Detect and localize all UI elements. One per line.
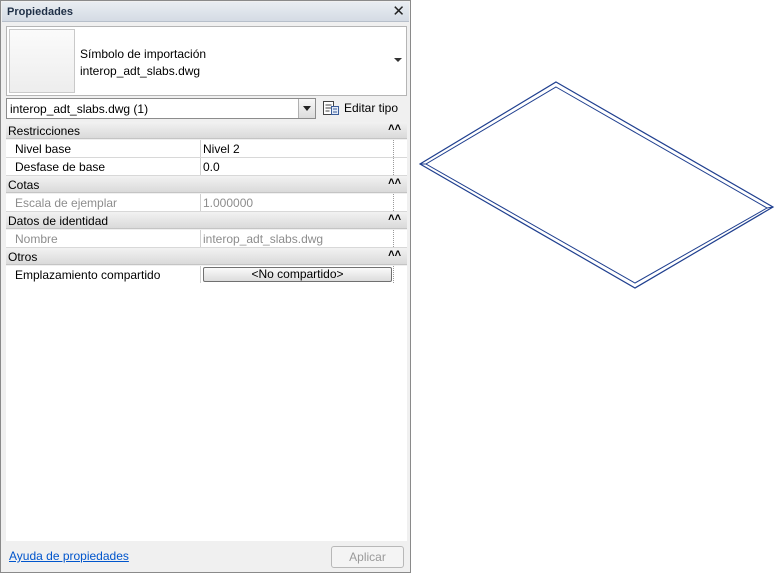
property-name: Nombre xyxy=(6,230,201,247)
row-end-cell xyxy=(393,230,407,247)
property-name: Desfase de base xyxy=(6,158,201,175)
type-name-label: interop_adt_slabs.dwg xyxy=(80,64,201,78)
collapse-chevrons-icon[interactable]: ˄˄ xyxy=(388,212,401,224)
group-header-cotas[interactable]: Cotas ˄˄ xyxy=(6,176,407,193)
collapse-chevrons-icon[interactable]: ˄˄ xyxy=(388,176,401,188)
slab-outline-inner xyxy=(425,86,769,284)
group-header-otros[interactable]: Otros ˄˄ xyxy=(6,248,407,265)
slab-outline-outer[interactable] xyxy=(418,81,775,289)
property-value: 1.000000 xyxy=(203,196,254,210)
instance-filter-dropdown[interactable]: interop_adt_slabs.dwg (1) xyxy=(6,98,316,119)
row-end-cell xyxy=(393,266,407,283)
chevron-down-icon[interactable] xyxy=(298,99,315,118)
instance-filter-value: interop_adt_slabs.dwg (1) xyxy=(10,102,149,116)
row-end-cell xyxy=(393,194,407,211)
row-end-cell xyxy=(393,140,407,157)
collapse-chevrons-icon[interactable]: ˄˄ xyxy=(388,248,401,260)
property-name: Emplazamiento compartido xyxy=(6,266,201,283)
type-preview[interactable]: Símbolo de importación interop_adt_slabs… xyxy=(6,26,407,96)
model-viewport[interactable] xyxy=(412,0,779,573)
edit-type-button[interactable]: Editar tipo xyxy=(322,98,404,119)
properties-grid: Restricciones ˄˄ Nivel base Nivel 2 Desf… xyxy=(6,122,407,284)
properties-help-link[interactable]: Ayuda de propiedades xyxy=(9,549,129,563)
type-family-label: Símbolo de importación xyxy=(80,47,207,61)
shared-site-button[interactable]: <No compartido> xyxy=(203,267,392,282)
collapse-chevrons-icon[interactable]: ˄˄ xyxy=(388,122,401,134)
property-row-nivel-base[interactable]: Nivel base Nivel 2 xyxy=(6,140,407,158)
row-end-cell xyxy=(393,158,407,175)
properties-palette: Propiedades ✕ Símbolo de importación int… xyxy=(0,0,411,573)
edit-type-label: Editar tipo xyxy=(344,101,399,115)
slab-drawing xyxy=(418,81,775,289)
property-row-emplazamiento-compartido[interactable]: Emplazamiento compartido <No compartido> xyxy=(6,266,407,284)
group-label: Restricciones xyxy=(8,124,81,138)
property-value: interop_adt_slabs.dwg xyxy=(203,232,324,246)
type-thumbnail xyxy=(9,29,75,93)
property-row-desfase-de-base[interactable]: Desfase de base 0.0 xyxy=(6,158,407,176)
property-value[interactable]: 0.0 xyxy=(202,158,393,175)
group-label: Cotas xyxy=(8,178,40,192)
edit-type-icon xyxy=(323,101,339,115)
dropdown-arrow-icon[interactable] xyxy=(394,58,402,62)
property-value[interactable]: Nivel 2 xyxy=(202,140,393,157)
apply-button[interactable]: Aplicar xyxy=(331,546,404,568)
group-header-restricciones[interactable]: Restricciones ˄˄ xyxy=(6,122,407,139)
palette-title: Propiedades xyxy=(7,6,74,18)
palette-titlebar[interactable]: Propiedades ✕ xyxy=(2,2,409,22)
group-header-datos-de-identidad[interactable]: Datos de identidad ˄˄ xyxy=(6,212,407,229)
property-row-escala-de-ejemplar: Escala de ejemplar 1.000000 xyxy=(6,194,407,212)
close-icon[interactable]: ✕ xyxy=(392,3,405,20)
grid-empty-area xyxy=(6,283,407,541)
group-label: Datos de identidad xyxy=(8,214,109,228)
property-name: Escala de ejemplar xyxy=(6,194,201,211)
group-label: Otros xyxy=(8,250,38,264)
property-row-nombre: Nombre interop_adt_slabs.dwg xyxy=(6,230,407,248)
property-name: Nivel base xyxy=(6,140,201,157)
